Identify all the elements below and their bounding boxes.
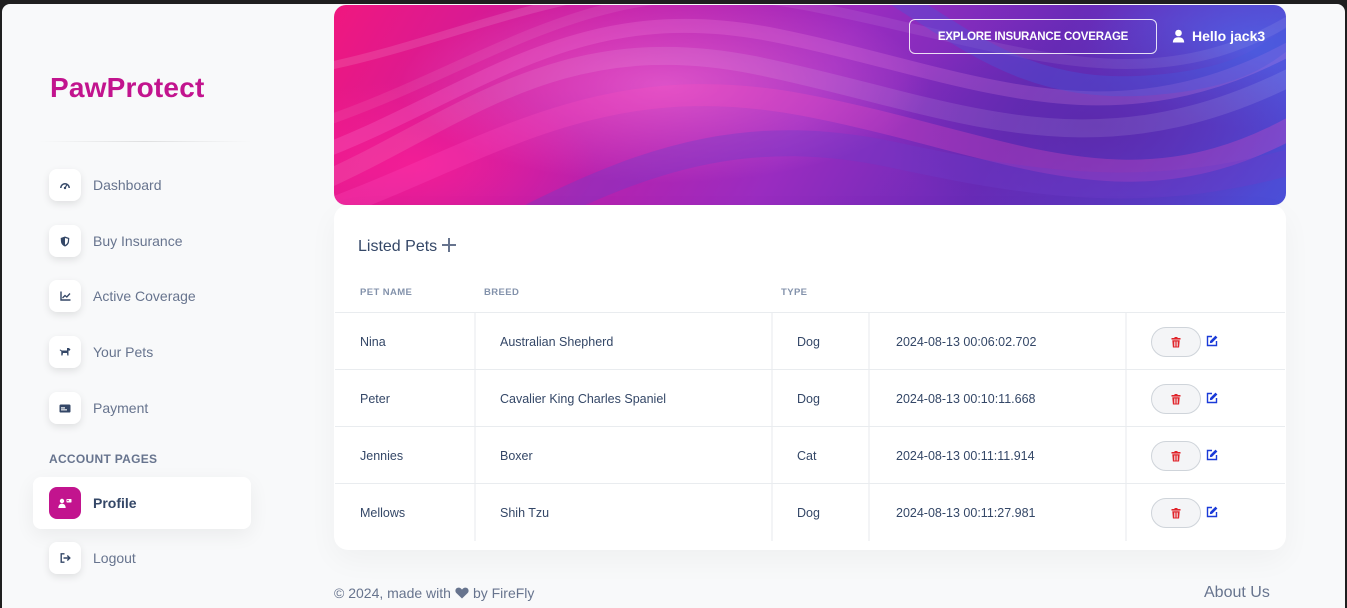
column-separator — [771, 484, 773, 541]
dashboard-gauge-icon — [49, 169, 81, 201]
user-profile-icon — [49, 487, 81, 519]
trash-icon — [1171, 393, 1181, 404]
pet-breed-cell: Shih Tzu — [500, 505, 550, 520]
edit-pet-button[interactable] — [1205, 334, 1219, 348]
column-separator — [868, 427, 870, 484]
pet-type-cell: Dog — [797, 505, 820, 520]
pet-breed-cell: Australian Shepherd — [500, 334, 614, 349]
column-separator — [771, 370, 773, 427]
column-separator — [868, 313, 870, 370]
line-chart-icon — [49, 280, 81, 312]
table-row: Nina Australian Shepherd Dog 2024-08-13 … — [335, 312, 1285, 370]
delete-pet-button[interactable] — [1151, 384, 1201, 414]
sidebar-divider — [38, 141, 252, 142]
column-separator — [474, 313, 476, 370]
sidebar-item-payment[interactable]: Payment — [33, 382, 251, 434]
column-separator — [771, 427, 773, 484]
user-icon — [1172, 29, 1192, 43]
edit-pet-button[interactable] — [1205, 391, 1219, 405]
about-us-link[interactable]: About Us — [1204, 584, 1270, 602]
pet-breed-cell: Boxer — [500, 448, 533, 463]
edit-pet-button[interactable] — [1205, 448, 1219, 462]
shield-icon — [49, 225, 81, 257]
table-row: Jennies Boxer Cat 2024-08-13 00:11:11.91… — [335, 426, 1285, 484]
pet-type-cell: Dog — [797, 334, 820, 349]
column-header-type: TYPE — [781, 287, 808, 298]
column-separator — [771, 313, 773, 370]
brand-logo[interactable]: PawProtect — [50, 72, 205, 104]
sidebar-item-dashboard[interactable]: Dashboard — [33, 159, 251, 211]
column-separator — [1125, 484, 1127, 541]
sidebar-item-your-pets[interactable]: Your Pets — [33, 326, 251, 378]
column-separator — [1125, 313, 1127, 370]
pet-created-cell: 2024-08-13 00:11:11.914 — [896, 448, 1035, 463]
pet-type-cell: Dog — [797, 391, 820, 406]
table-row: Mellows Shih Tzu Dog 2024-08-13 00:11:27… — [335, 483, 1285, 541]
edit-icon — [1206, 449, 1218, 461]
sidebar-item-label: Dashboard — [93, 177, 162, 193]
sidebar-item-profile[interactable]: Profile — [33, 477, 251, 529]
logout-icon — [49, 542, 81, 574]
pet-breed-cell: Cavalier King Charles Spaniel — [500, 391, 667, 406]
column-separator — [474, 370, 476, 427]
pet-name-cell: Nina — [360, 334, 386, 349]
table-row: Peter Cavalier King Charles Spaniel Dog … — [335, 369, 1285, 427]
card-title: Listed Pets — [358, 238, 438, 255]
explore-insurance-coverage-button[interactable]: EXPLORE INSURANCE COVERAGE — [909, 19, 1157, 54]
pet-created-cell: 2024-08-13 00:10:11.668 — [896, 391, 1036, 406]
sidebar-item-label: Logout — [93, 550, 136, 566]
delete-pet-button[interactable] — [1151, 327, 1201, 357]
credit-card-icon — [49, 392, 81, 424]
footer-prefix: © 2024, made with — [334, 585, 451, 601]
user-greeting[interactable]: Hello jack3 — [1172, 26, 1265, 46]
sidebar-item-label: Profile — [93, 495, 137, 511]
column-separator — [1125, 427, 1127, 484]
column-separator — [474, 427, 476, 484]
sidebar-item-label: Payment — [93, 400, 149, 416]
column-header-breed: BREED — [484, 287, 520, 298]
pet-name-cell: Mellows — [360, 505, 406, 520]
pet-name-cell: Jennies — [360, 448, 404, 463]
column-separator — [868, 370, 870, 427]
pet-name-cell: Peter — [360, 391, 390, 406]
user-greeting-text: Hello jack3 — [1192, 28, 1266, 44]
pet-type-cell: Cat — [797, 448, 817, 463]
trash-icon — [1171, 336, 1181, 347]
footer-copyright: © 2024, made with by FireFly — [334, 585, 534, 601]
card-header: Listed Pets — [358, 238, 457, 256]
add-pet-plus-icon[interactable] — [442, 238, 457, 252]
pet-created-cell: 2024-08-13 00:06:02.702 — [896, 334, 1037, 349]
edit-icon — [1206, 506, 1218, 518]
app-window: PawProtect Dashboard Buy Insurance Activ… — [2, 4, 1345, 608]
heart-icon — [455, 587, 469, 599]
sidebar-item-active-coverage[interactable]: Active Coverage — [33, 270, 251, 322]
pet-created-cell: 2024-08-13 00:11:27.981 — [896, 505, 1036, 520]
sidebar-item-label: Active Coverage — [93, 288, 196, 304]
delete-pet-button[interactable] — [1151, 498, 1201, 528]
section-heading-account-pages: ACCOUNT PAGES — [49, 452, 158, 466]
sidebar-item-label: Buy Insurance — [93, 233, 183, 249]
dog-icon — [49, 336, 81, 368]
column-separator — [474, 484, 476, 541]
sidebar-item-buy-insurance[interactable]: Buy Insurance — [33, 215, 251, 267]
column-separator — [1125, 370, 1127, 427]
delete-pet-button[interactable] — [1151, 441, 1201, 471]
edit-pet-button[interactable] — [1205, 505, 1219, 519]
column-header-pet-name: PET NAME — [360, 287, 413, 298]
column-separator — [868, 484, 870, 541]
sidebar-item-logout[interactable]: Logout — [33, 532, 251, 584]
listed-pets-card: Listed Pets PET NAME BREED TYPE Nina Aus… — [334, 205, 1286, 550]
edit-icon — [1206, 392, 1218, 404]
edit-icon — [1206, 335, 1218, 347]
trash-icon — [1171, 450, 1181, 461]
sidebar-item-label: Your Pets — [93, 344, 154, 360]
trash-icon — [1171, 507, 1181, 518]
footer-suffix: by FireFly — [472, 585, 535, 601]
